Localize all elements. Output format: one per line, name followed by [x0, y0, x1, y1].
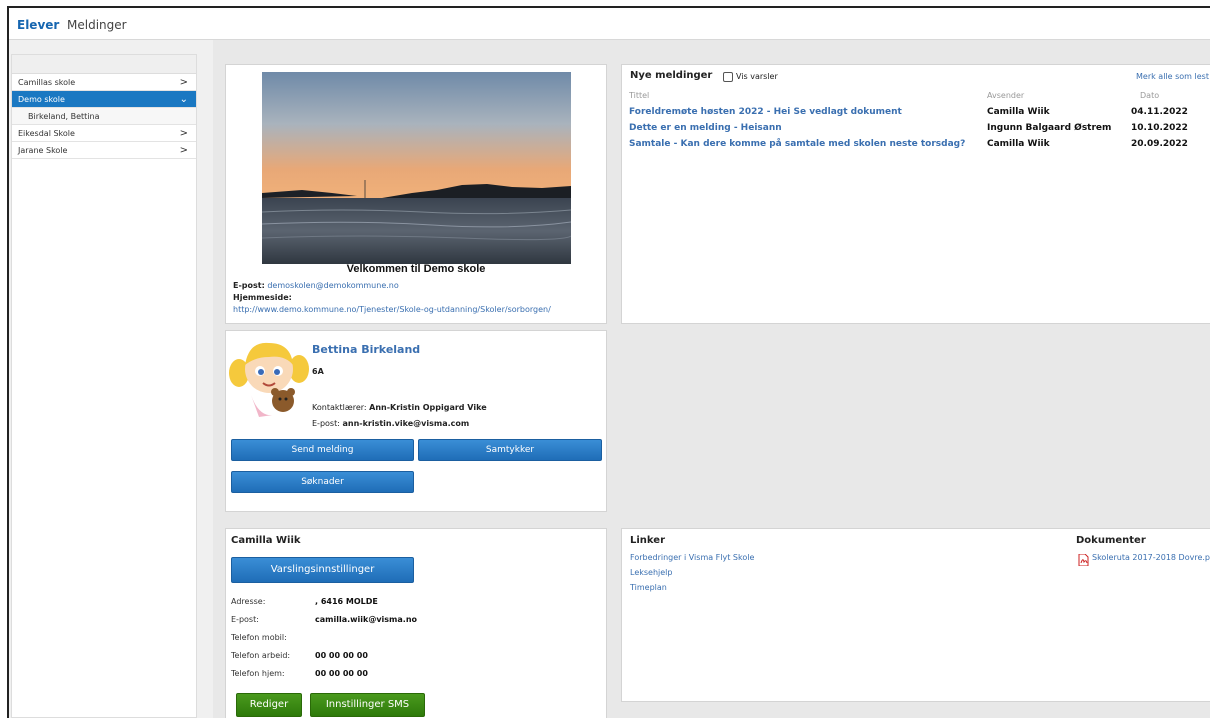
tab-elever[interactable]: Elever	[17, 18, 59, 32]
sidebar-item-birkeland-bettina[interactable]: Birkeland, Bettina	[12, 108, 196, 125]
sidebar-item-label: Eikesdal Skole	[18, 129, 75, 138]
sidebar-item-jarane-skole[interactable]: Jarane Skole >	[12, 142, 196, 159]
teacher-row: Kontaktlærer: Ann-Kristin Oppigard Vike	[312, 403, 487, 412]
col-date-header: Dato	[1140, 91, 1160, 100]
student-class: 6A	[312, 367, 324, 376]
sidebar-header	[12, 55, 196, 74]
field-value: 00 00 00 00	[315, 651, 368, 660]
school-tree: Camillas skole > Demo skole ⌄ Birkeland,…	[11, 54, 197, 718]
messages-panel: Nye meldinger Vis varsler Merk alle som …	[621, 64, 1210, 324]
link-item[interactable]: Leksehjelp	[630, 568, 672, 577]
sidebar-item-label: Demo skole	[18, 95, 65, 104]
field-value: camilla.wiik@visma.no	[315, 615, 418, 624]
app-window: Elever Meldinger Camillas skole > Demo s…	[7, 6, 1210, 718]
homepage-link[interactable]: http://www.demo.kommune.no/Tjenester/Sko…	[233, 305, 551, 314]
links-title: Linker	[630, 535, 666, 546]
col-title-header: Tittel	[629, 91, 650, 100]
field-label: Adresse:	[231, 597, 266, 606]
school-panel: Velkommen til Demo skole E-post: demosko…	[225, 64, 607, 324]
field-value: , 6416 MOLDE	[315, 597, 378, 606]
student-panel: Bettina Birkeland 6A Kontaktlærer: Ann-K…	[225, 330, 607, 512]
message-date: 10.10.2022	[1131, 123, 1188, 133]
message-title[interactable]: Foreldremøte høsten 2022 - Hei Se vedlag…	[629, 107, 902, 117]
school-email-row: E-post: demoskolen@demokommune.no	[233, 281, 399, 290]
pdf-icon	[1078, 551, 1089, 567]
sidebar-item-label: Birkeland, Bettina	[28, 112, 100, 121]
message-sender: Ingunn Balgaard Østrem	[987, 123, 1112, 133]
main-content: Velkommen til Demo skole E-post: demosko…	[213, 40, 1210, 718]
tab-meldinger[interactable]: Meldinger	[67, 18, 127, 32]
guardian-name: Camilla Wiik	[231, 535, 301, 546]
message-row[interactable]: Dette er en melding - Heisann Ingunn Bal…	[622, 123, 1210, 137]
field-label: Telefon arbeid:	[231, 651, 291, 660]
field-label: E-post:	[231, 615, 259, 624]
notification-settings-button[interactable]: Varslingsinnstillinger	[231, 557, 414, 583]
email-label: E-post:	[312, 419, 340, 428]
teacher-email-row: E-post: ann-kristin.vike@visma.com	[312, 419, 469, 428]
sidebar-item-label: Jarane Skole	[18, 146, 68, 155]
messages-title: Nye meldinger	[630, 70, 713, 81]
teacher-email: ann-kristin.vike@visma.com	[342, 419, 470, 428]
message-sender: Camilla Wiik	[987, 107, 1050, 117]
send-message-button[interactable]: Send melding	[231, 439, 414, 461]
school-email-link[interactable]: demoskolen@demokommune.no	[267, 281, 398, 290]
homepage-label: Hjemmeside:	[233, 293, 292, 302]
message-title[interactable]: Dette er en melding - Heisann	[629, 123, 782, 133]
chevron-right-icon: >	[179, 77, 188, 88]
field-value: 00 00 00 00	[315, 669, 368, 678]
email-label: E-post:	[233, 281, 265, 290]
student-avatar	[229, 342, 309, 417]
message-date: 20.09.2022	[1131, 139, 1188, 149]
document-link[interactable]: Skoleruta 2017-2018 Dovre.pd	[1092, 553, 1210, 562]
show-alerts-label: Vis varsler	[736, 72, 778, 81]
sunset-image	[262, 72, 571, 264]
student-name[interactable]: Bettina Birkeland	[312, 343, 420, 356]
sidebar-item-demo-skole[interactable]: Demo skole ⌄	[12, 91, 196, 108]
sidebar-item-camillas-skole[interactable]: Camillas skole >	[12, 74, 196, 91]
teacher-name: Ann-Kristin Oppigard Vike	[369, 403, 487, 412]
field-label: Telefon mobil:	[231, 633, 287, 642]
message-sender: Camilla Wiik	[987, 139, 1050, 149]
mark-all-read-link[interactable]: Merk alle som lest	[1136, 72, 1209, 81]
chevron-down-icon: ⌄	[179, 94, 188, 105]
col-sender-header: Avsender	[987, 91, 1025, 100]
message-title[interactable]: Samtale - Kan dere komme på samtale med …	[629, 139, 965, 149]
message-row[interactable]: Foreldremøte høsten 2022 - Hei Se vedlag…	[622, 107, 1210, 121]
documents-title: Dokumenter	[1076, 535, 1146, 546]
school-photo	[262, 72, 571, 264]
link-item[interactable]: Timeplan	[630, 583, 667, 592]
sms-settings-button[interactable]: Innstillinger SMS	[310, 693, 425, 717]
top-navigation: Elever Meldinger	[9, 8, 1210, 40]
edit-button[interactable]: Rediger	[236, 693, 302, 717]
teacher-label: Kontaktlærer:	[312, 403, 367, 412]
guardian-panel: Camilla Wiik Varslingsinnstillinger Adre…	[225, 528, 607, 718]
sidebar-item-eikesdal-skole[interactable]: Eikesdal Skole >	[12, 125, 196, 142]
message-row[interactable]: Samtale - Kan dere komme på samtale med …	[622, 139, 1210, 153]
show-alerts-checkbox[interactable]	[723, 72, 733, 82]
welcome-title: Velkommen til Demo skole	[346, 263, 486, 275]
chevron-right-icon: >	[179, 128, 188, 139]
chevron-right-icon: >	[179, 145, 188, 156]
sidebar: Camillas skole > Demo skole ⌄ Birkeland,…	[9, 40, 199, 718]
links-documents-panel: Linker Forbedringer i Visma Flyt Skole L…	[621, 528, 1210, 702]
message-date: 04.11.2022	[1131, 107, 1188, 117]
applications-button[interactable]: Søknader	[231, 471, 414, 493]
field-label: Telefon hjem:	[231, 669, 285, 678]
sidebar-gutter	[199, 40, 213, 718]
consents-button[interactable]: Samtykker	[418, 439, 602, 461]
sidebar-item-label: Camillas skole	[18, 78, 76, 87]
link-item[interactable]: Forbedringer i Visma Flyt Skole	[630, 553, 754, 562]
